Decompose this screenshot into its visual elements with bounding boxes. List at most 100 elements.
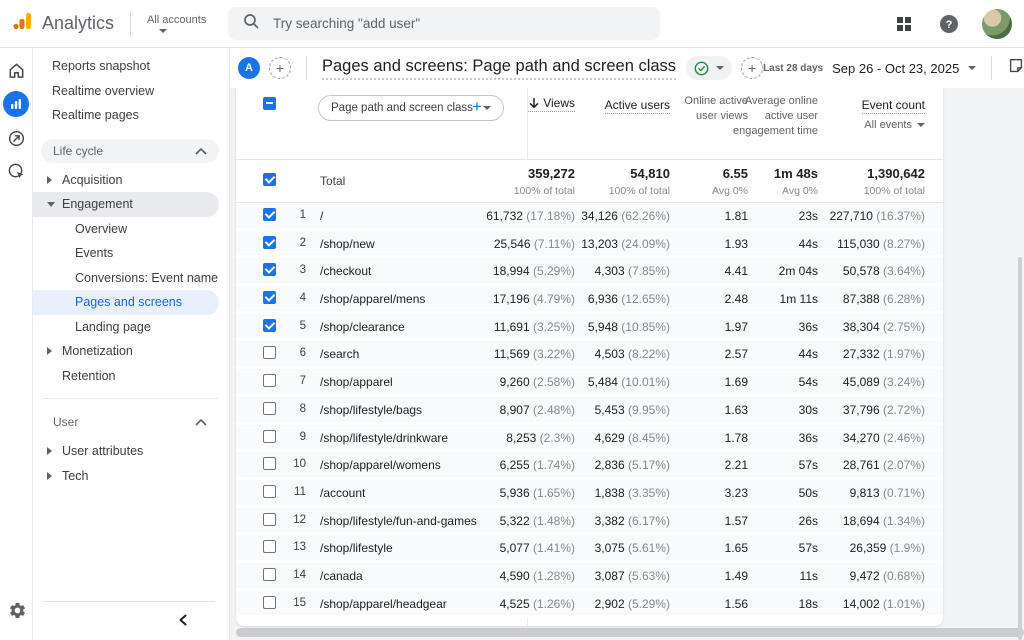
row-checkbox[interactable] xyxy=(263,208,276,221)
row-checkbox[interactable] xyxy=(263,263,276,276)
date-range-picker[interactable]: Last 28 days Sep 26 - Oct 23, 2025 xyxy=(763,61,976,76)
table-row: 5 /shop/clearance 11,691 (3.25%) 5,948 (… xyxy=(236,314,943,342)
report-title[interactable]: Pages and screens: Page path and screen … xyxy=(322,57,676,80)
sidebar-item-overview[interactable]: Overview xyxy=(33,217,219,242)
add-comparison-button[interactable]: + xyxy=(269,57,291,79)
row-event-count: 9,472 (0.68%) xyxy=(775,569,925,583)
row-checkbox[interactable] xyxy=(263,485,276,498)
explore-nav-icon[interactable] xyxy=(4,126,28,150)
total-row-checkbox[interactable] xyxy=(263,173,276,186)
add-dimension-button[interactable]: + xyxy=(472,97,482,117)
row-checkbox[interactable] xyxy=(263,457,276,470)
notes-icon[interactable] xyxy=(1007,57,1024,80)
row-event-count: 27,332 (1.97%) xyxy=(775,347,925,361)
select-all-checkbox[interactable] xyxy=(263,97,276,110)
row-page-path: /shop/lifestyle xyxy=(320,541,393,555)
row-checkbox[interactable] xyxy=(263,568,276,581)
sidebar-item-events[interactable]: Events xyxy=(33,241,219,266)
chevron-collapsed-icon[interactable] xyxy=(47,472,52,480)
customize-report-button[interactable]: + xyxy=(741,57,763,79)
sidebar-item-acquisition[interactable]: Acquisition xyxy=(33,168,219,193)
sidebar-item-tech[interactable]: Tech xyxy=(33,464,219,489)
admin-gear-icon[interactable] xyxy=(5,598,29,622)
divider xyxy=(43,601,215,602)
row-number: 14 xyxy=(286,569,306,581)
column-header-avg-engagement-time[interactable]: Average online active user engagement ti… xyxy=(732,94,818,139)
table-row: 15 /shop/apparel/headgear 4,525 (1.26%) … xyxy=(236,591,943,619)
sidebar-item-retention[interactable]: Retention xyxy=(33,364,219,389)
account-switcher[interactable]: All accounts xyxy=(147,14,206,33)
app-title: Analytics xyxy=(42,13,114,34)
row-checkbox[interactable] xyxy=(263,236,276,249)
sidebar-item-label: Conversions: Event name xyxy=(33,271,218,285)
help-icon[interactable]: ? xyxy=(937,12,961,36)
user-avatar[interactable] xyxy=(982,9,1012,39)
horizontal-scrollbar[interactable] xyxy=(236,628,1024,637)
row-number: 6 xyxy=(286,347,306,359)
row-checkbox[interactable] xyxy=(263,596,276,609)
event-filter-dropdown[interactable]: All events xyxy=(864,119,925,131)
row-number: 12 xyxy=(286,514,306,526)
row-checkbox[interactable] xyxy=(263,513,276,526)
apps-grid-icon[interactable] xyxy=(892,12,916,36)
nav-section-life-cycle[interactable]: Life cycle xyxy=(41,139,219,163)
advertising-nav-icon[interactable] xyxy=(4,159,28,183)
search-input[interactable] xyxy=(273,16,645,31)
row-page-path: /shop/clearance xyxy=(320,320,405,334)
column-header-event-count[interactable]: Event count xyxy=(862,98,925,114)
sidebar-item-realtime-pages[interactable]: Realtime pages xyxy=(33,103,219,128)
chevron-expanded-icon[interactable] xyxy=(47,202,55,207)
row-checkbox[interactable] xyxy=(263,346,276,359)
row-checkbox[interactable] xyxy=(263,374,276,387)
table-row: 9 /shop/lifestyle/drinkware 8,253 (2.3%)… xyxy=(236,425,943,453)
report-status-badge[interactable] xyxy=(686,56,732,80)
property-badge[interactable]: A xyxy=(238,57,260,79)
svg-text:?: ? xyxy=(946,19,953,31)
table-row: 12 /shop/lifestyle/fun-and-games 5,322 (… xyxy=(236,508,943,536)
row-event-count: 34,270 (2.46%) xyxy=(775,431,925,445)
chevron-collapsed-icon[interactable] xyxy=(47,347,52,355)
sidebar-item-user-attributes[interactable]: User attributes xyxy=(33,439,219,464)
divider xyxy=(991,56,992,80)
sidebar-item-pages-and-screens[interactable]: Pages and screens xyxy=(33,290,219,315)
collapse-sidebar-icon[interactable] xyxy=(173,610,193,630)
global-search[interactable] xyxy=(228,7,660,40)
search-icon xyxy=(243,13,260,35)
sidebar-item-reports-snapshot[interactable]: Reports snapshot xyxy=(33,54,219,79)
home-icon[interactable] xyxy=(4,58,28,82)
chevron-collapsed-icon[interactable] xyxy=(47,176,52,184)
column-header-views[interactable]: Views xyxy=(528,96,575,112)
sidebar-item-realtime-overview[interactable]: Realtime overview xyxy=(33,79,219,104)
row-number: 1 xyxy=(286,209,306,221)
vertical-scrollbar[interactable] xyxy=(1018,257,1022,640)
row-number: 3 xyxy=(286,264,306,276)
row-number: 9 xyxy=(286,431,306,443)
divider xyxy=(306,56,307,80)
sidebar-item-landing-page[interactable]: Landing page xyxy=(33,315,219,340)
nav-section-user[interactable]: User xyxy=(41,410,219,434)
sidebar-item-label: Tech xyxy=(33,469,88,483)
chevron-collapsed-icon[interactable] xyxy=(47,447,52,455)
row-checkbox[interactable] xyxy=(263,402,276,415)
row-checkbox[interactable] xyxy=(263,319,276,332)
chevron-down-icon xyxy=(159,29,167,33)
row-number: 5 xyxy=(286,320,306,332)
total-label: Total xyxy=(320,174,345,188)
row-checkbox[interactable] xyxy=(263,291,276,304)
table-row: 7 /shop/apparel 9,260 (2.58%) 5,484 (10.… xyxy=(236,369,943,397)
row-event-count: 87,388 (6.28%) xyxy=(775,292,925,306)
divider xyxy=(130,11,131,37)
row-checkbox[interactable] xyxy=(263,430,276,443)
chevron-down-icon xyxy=(917,123,925,127)
sidebar-item-label: Realtime overview xyxy=(33,84,154,98)
row-checkbox[interactable] xyxy=(263,540,276,553)
sidebar-item-monetization[interactable]: Monetization xyxy=(33,339,219,364)
sidebar-item-engagement[interactable]: Engagement xyxy=(33,192,219,217)
table-row: 11 /account 5,936 (1.65%) 1,838 (3.35%) … xyxy=(236,480,943,508)
sidebar-item-conversions-event-name[interactable]: Conversions: Event name xyxy=(33,266,219,291)
row-number: 8 xyxy=(286,403,306,415)
table-row: 1 / 61,732 (17.18%) 34,126 (62.26%) 1.81… xyxy=(236,203,943,231)
column-header-active-users[interactable]: Active users xyxy=(605,98,670,114)
report-nav-sidebar: Reports snapshot Realtime overview Realtim… xyxy=(33,48,230,640)
reports-nav-icon[interactable] xyxy=(3,91,29,117)
